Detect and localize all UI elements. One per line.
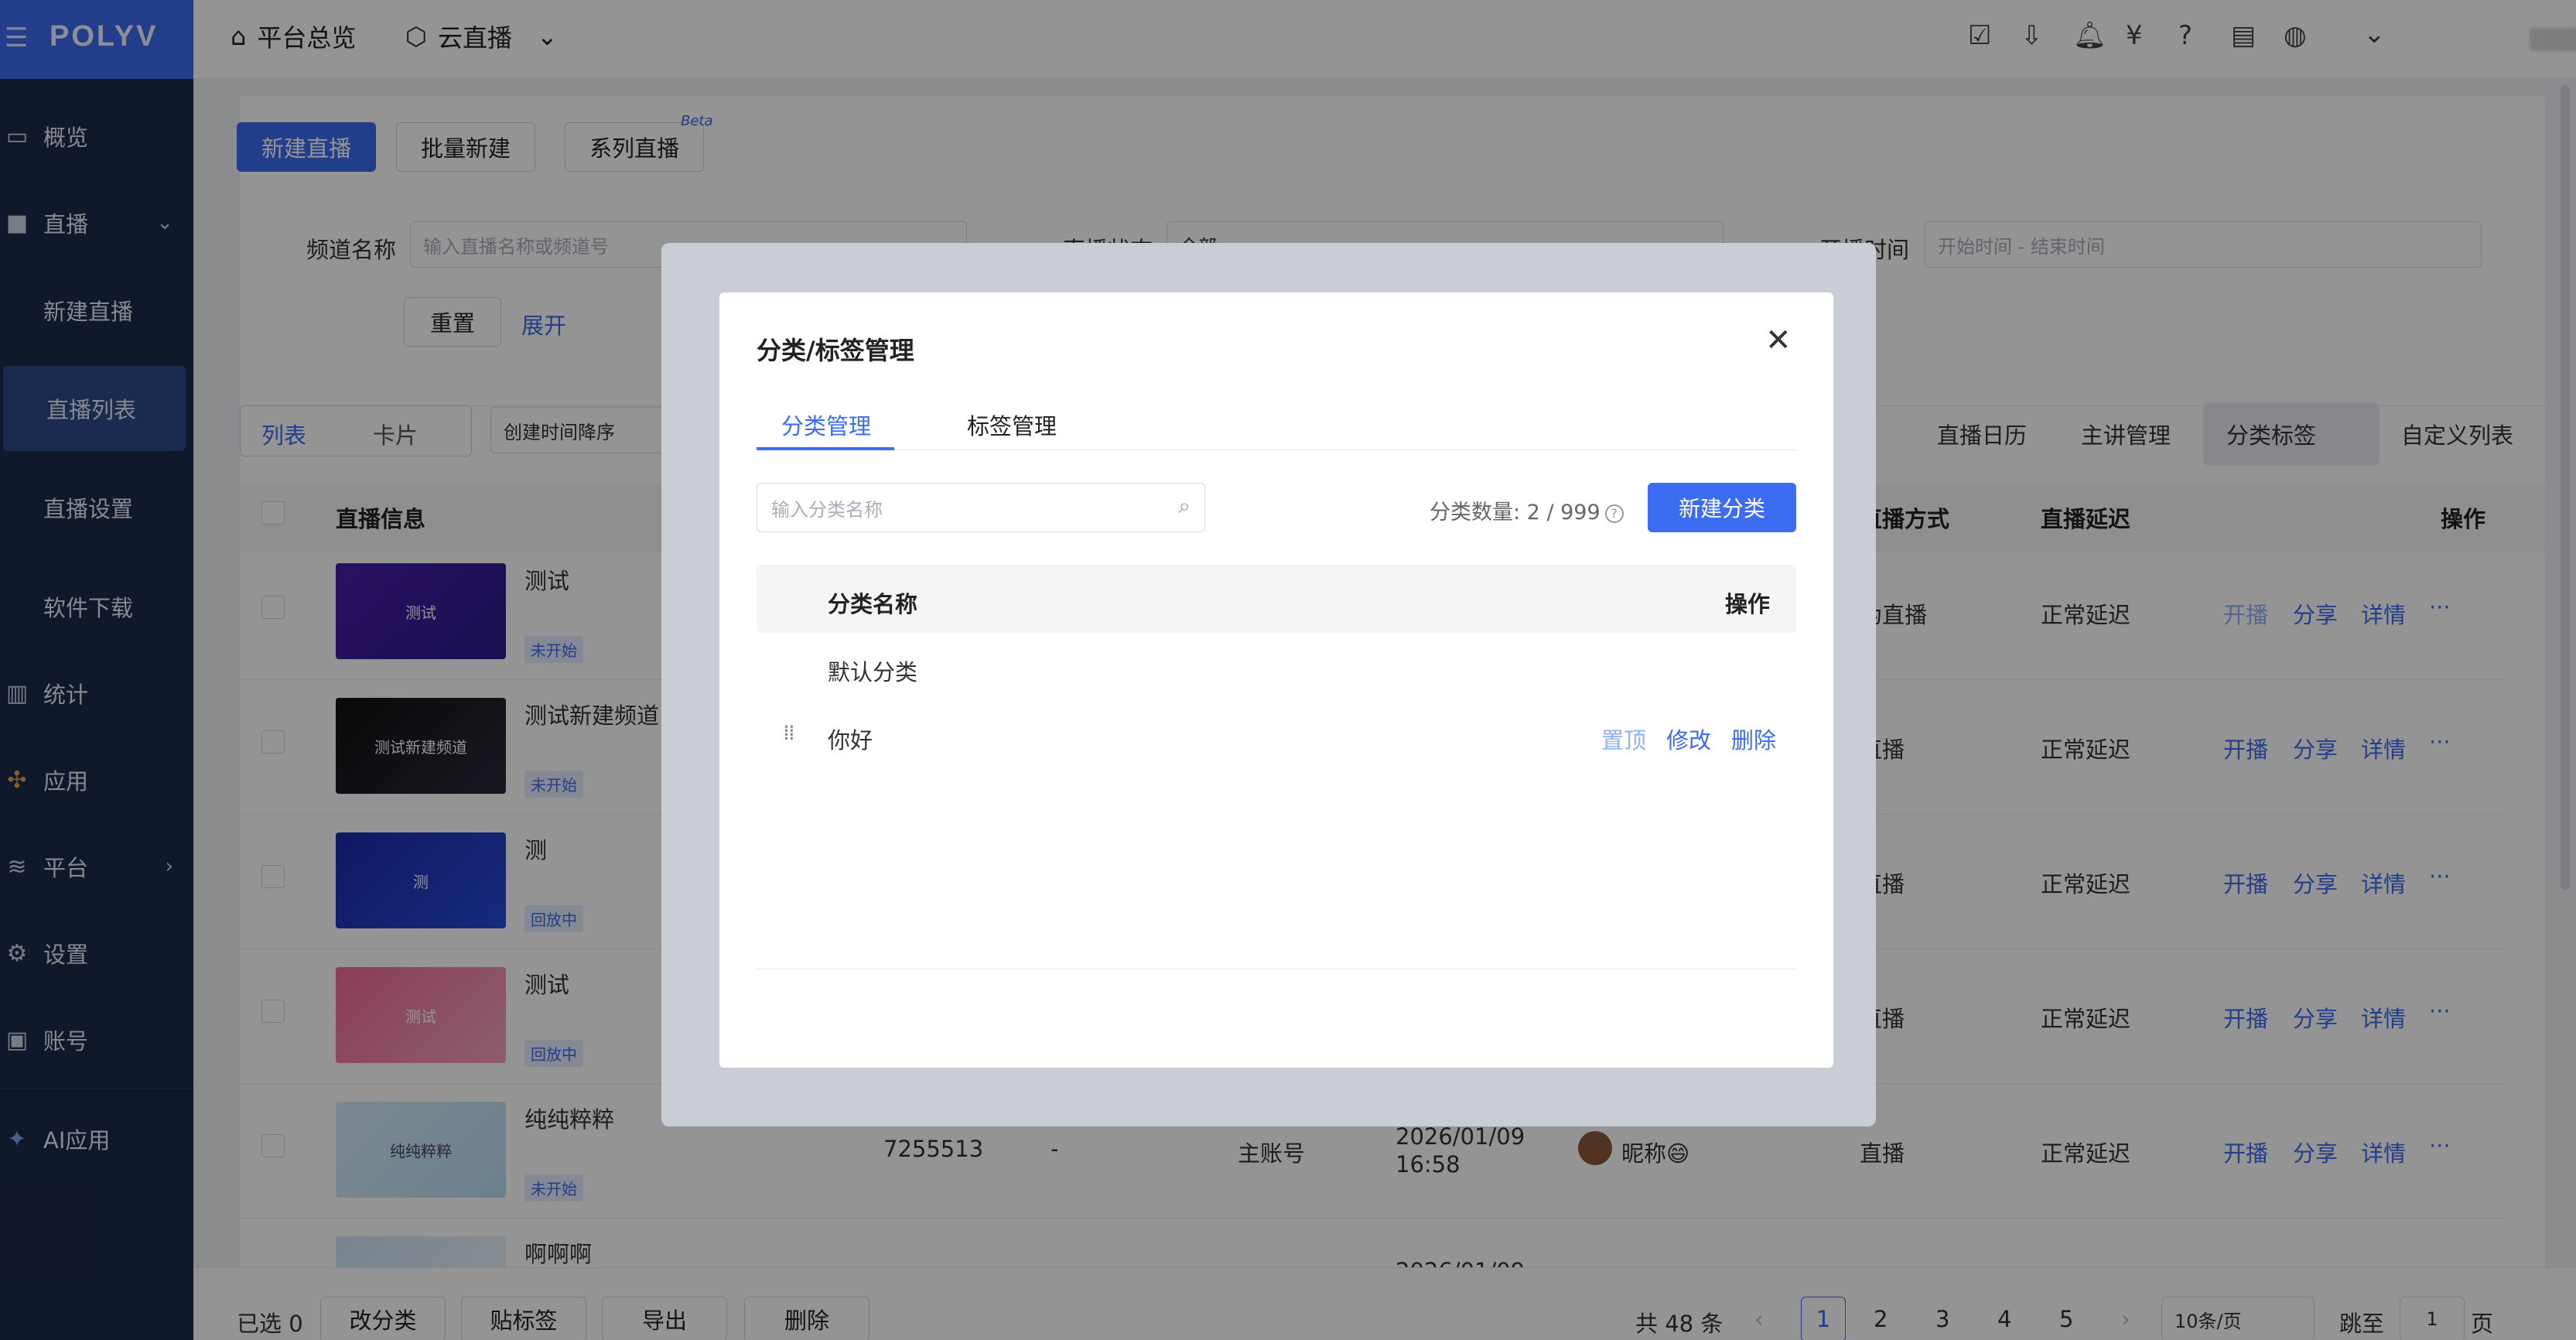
category-count-text: 分类数量: 2 / 999 [1430,501,1601,525]
help-icon[interactable]: ? [1604,504,1624,523]
close-icon[interactable]: ✕ [1765,325,1792,356]
delete-link[interactable]: 删除 [1731,723,1776,755]
active-tab-indicator [757,447,894,450]
category-name: 你好 [828,727,873,754]
category-search-input[interactable]: 输入分类名称 ⌕ [757,483,1205,532]
modal-title: 分类/标签管理 [757,336,914,365]
pin-top-link[interactable]: 置顶 [1601,723,1646,755]
search-icon: ⌕ [1178,493,1191,518]
drag-handle-icon[interactable]: ⁞⁞ [783,720,795,745]
category-row: ⁞⁞ 你好 置顶 修改 删除 [757,701,1796,769]
category-table-header: 分类名称 操作 [757,565,1796,633]
tab-tag-manage[interactable]: 标签管理 [967,408,1057,441]
category-row: 默认分类 [757,633,1796,701]
category-count: 分类数量: 2 / 999? [1430,495,1624,525]
header-operations: 操作 [1724,591,1770,617]
new-category-button[interactable]: 新建分类 [1648,483,1796,532]
category-name: 默认分类 [828,659,918,685]
category-search-placeholder: 输入分类名称 [771,498,883,521]
category-tag-modal: 分类/标签管理 ✕ 分类管理 标签管理 输入分类名称 ⌕ 分类数量: 2 / 9… [719,292,1833,1068]
header-category-name: 分类名称 [828,591,918,617]
tab-category-manage[interactable]: 分类管理 [781,408,871,441]
edit-link[interactable]: 修改 [1666,723,1711,755]
